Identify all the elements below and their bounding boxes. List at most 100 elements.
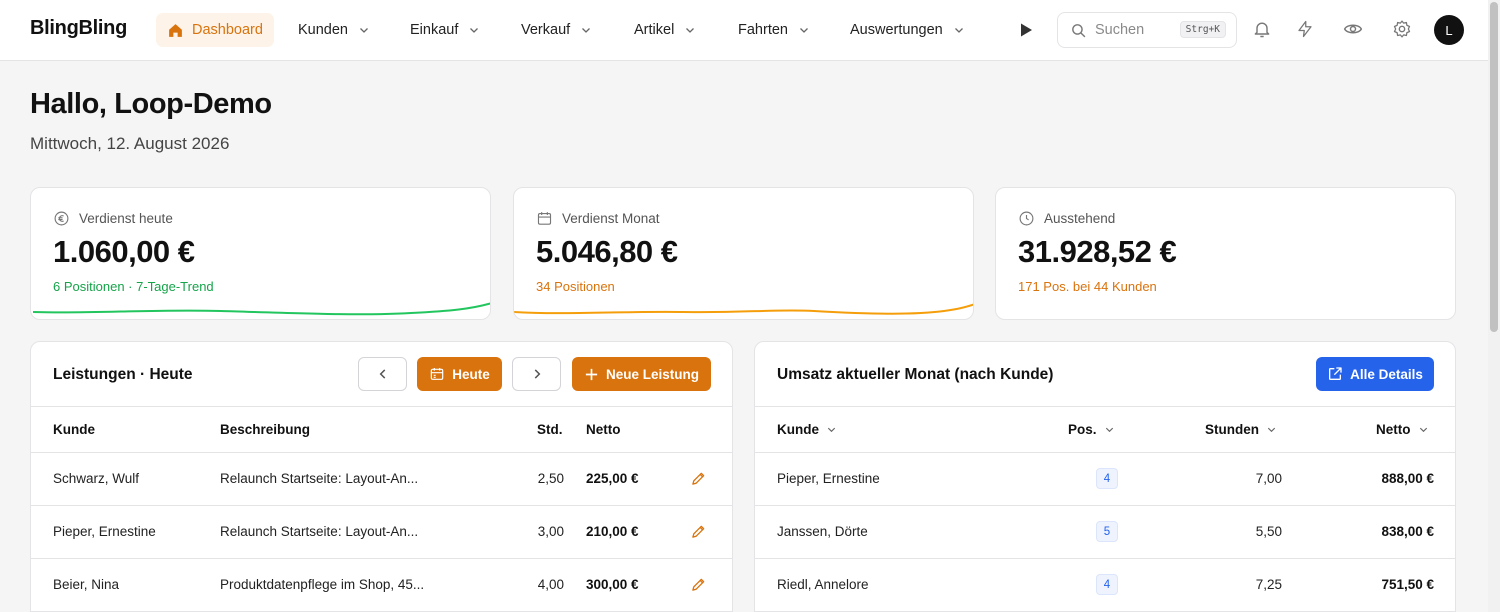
cell-std: 3,00: [537, 524, 564, 539]
search-shortcut: Strg+K: [1179, 21, 1226, 38]
all-details-label: Alle Details: [1350, 366, 1423, 382]
new-leistung-button[interactable]: Neue Leistung: [572, 357, 711, 391]
pos-count-badge: 4: [1096, 468, 1118, 489]
table-row[interactable]: Janssen, Dörte 5 5,50 838,00 €: [755, 506, 1455, 559]
stat-card-ausstehend: Ausstehend 31.928,52 € 171 Pos. bei 44 K…: [995, 187, 1456, 320]
cell-stunden: 5,50: [1255, 524, 1282, 539]
bell-icon[interactable]: [1252, 19, 1272, 39]
today-button[interactable]: Heute: [417, 357, 502, 391]
cell-stunden: 7,25: [1255, 577, 1282, 592]
column-header-pos[interactable]: Pos.: [1068, 422, 1115, 437]
nav-fahrten[interactable]: Fahrten: [738, 13, 810, 47]
column-header-stunden[interactable]: Stunden: [1205, 422, 1277, 437]
nav-auswertungen[interactable]: Auswertungen: [850, 13, 965, 47]
all-details-button[interactable]: Alle Details: [1316, 357, 1434, 391]
search-input[interactable]: Suchen Strg+K: [1057, 12, 1237, 48]
stat-value: 5.046,80 €: [536, 234, 678, 269]
chevron-down-icon: [360, 28, 368, 33]
pos-count-badge: 4: [1096, 574, 1118, 595]
table-header: Kunde Beschreibung Std. Netto: [31, 406, 732, 453]
nav-dashboard-label: Dashboard: [192, 22, 263, 38]
column-header-netto[interactable]: Netto: [1376, 422, 1429, 437]
panel-title: Leistungen · Heute: [53, 366, 193, 383]
column-header-netto: Netto: [586, 422, 621, 437]
column-header-kunde: Kunde: [53, 422, 95, 437]
cell-kunde: Beier, Nina: [53, 577, 120, 592]
nav-dashboard[interactable]: Dashboard: [156, 13, 274, 47]
stat-value: 1.060,00 €: [53, 234, 195, 269]
cell-std: 4,00: [537, 577, 564, 592]
eye-icon[interactable]: [1343, 19, 1363, 39]
new-leistung-label: Neue Leistung: [605, 366, 699, 382]
stat-subtext: 6 Positionen · 7-Tage-Trend: [53, 279, 214, 294]
top-navigation: BlingBling Dashboard Kunden Einkauf Verk…: [0, 0, 1500, 61]
cell-kunde: Pieper, Ernestine: [777, 471, 880, 486]
trend-sparkline: [514, 303, 973, 315]
nav-einkauf-label: Einkauf: [410, 22, 459, 38]
stat-label-text: Verdienst heute: [79, 211, 173, 226]
nav-artikel[interactable]: Artikel: [634, 13, 696, 47]
gear-icon[interactable]: [1392, 19, 1412, 39]
cell-std: 2,50: [537, 471, 564, 486]
table-row[interactable]: Schwarz, Wulf Relaunch Startseite: Layou…: [31, 453, 732, 506]
stat-label-text: Verdienst Monat: [562, 211, 660, 226]
clock-icon: [1019, 211, 1034, 226]
stat-label-text: Ausstehend: [1044, 211, 1116, 226]
chevron-down-icon: [1419, 427, 1427, 433]
stat-value: 31.928,52 €: [1018, 234, 1177, 269]
pencil-icon[interactable]: [691, 577, 706, 592]
table-row[interactable]: Pieper, Ernestine 4 7,00 888,00 €: [755, 453, 1455, 506]
table-row[interactable]: Pieper, Ernestine Relaunch Startseite: L…: [31, 506, 732, 559]
cell-netto: 838,00 €: [1381, 524, 1434, 539]
cell-stunden: 7,00: [1255, 471, 1282, 486]
column-header-label: Stunden: [1205, 422, 1259, 437]
cell-netto: 225,00 €: [586, 471, 639, 486]
column-header-kunde[interactable]: Kunde: [777, 422, 837, 437]
panel-title: Umsatz aktueller Monat (nach Kunde): [777, 366, 1054, 383]
home-icon: [169, 23, 182, 37]
chevron-down-icon: [1105, 427, 1113, 433]
pencil-icon[interactable]: [691, 524, 706, 539]
next-day-button[interactable]: [512, 357, 561, 391]
leistungen-panel: Leistungen · Heute Heute Neue Leistung K…: [30, 341, 733, 612]
chevron-right-icon: [534, 369, 540, 379]
calendar-icon: [537, 212, 552, 225]
chevron-down-icon: [954, 28, 963, 33]
user-avatar[interactable]: L: [1434, 15, 1464, 45]
stat-card-verdienst-heute: Verdienst heute 1.060,00 € 6 Positionen …: [30, 187, 491, 320]
column-header-beschreibung: Beschreibung: [220, 422, 311, 437]
cell-kunde: Riedl, Annelore: [777, 577, 869, 592]
play-icon[interactable]: [1016, 20, 1036, 40]
brand-logo[interactable]: BlingBling: [30, 17, 127, 40]
cell-netto: 751,50 €: [1381, 577, 1434, 592]
cell-kunde: Schwarz, Wulf: [53, 471, 140, 486]
stat-label: Verdienst Monat: [536, 210, 660, 227]
nav-kunden[interactable]: Kunden: [298, 13, 370, 47]
euro-icon: [54, 211, 69, 226]
table-row[interactable]: Beier, Nina Produktdatenpflege im Shop, …: [31, 559, 732, 612]
table-row[interactable]: Riedl, Annelore 4 7,25 751,50 €: [755, 559, 1455, 612]
nav-artikel-label: Artikel: [634, 22, 675, 38]
page-scrollbar[interactable]: [1488, 0, 1500, 612]
cell-beschreibung: Produktdatenpflege im Shop, 45...: [220, 577, 425, 592]
nav-verkauf[interactable]: Verkauf: [521, 13, 592, 47]
cell-netto: 210,00 €: [586, 524, 639, 539]
pencil-icon[interactable]: [691, 471, 706, 486]
scrollbar-thumb[interactable]: [1490, 2, 1498, 332]
nav-einkauf[interactable]: Einkauf: [410, 13, 480, 47]
nav-auswertungen-label: Auswertungen: [850, 22, 943, 38]
nav-fahrten-label: Fahrten: [738, 22, 788, 38]
current-date: Mittwoch, 12. August 2026: [30, 134, 230, 153]
lightning-icon[interactable]: [1296, 19, 1314, 39]
search-placeholder: Suchen: [1095, 22, 1145, 38]
previous-day-button[interactable]: [358, 357, 407, 391]
chevron-down-icon: [800, 28, 808, 33]
cell-beschreibung: Relaunch Startseite: Layout-An...: [220, 471, 419, 486]
stat-label: Ausstehend: [1018, 210, 1115, 227]
nav-kunden-label: Kunden: [298, 22, 348, 38]
cell-netto: 300,00 €: [586, 577, 639, 592]
column-header-label: Pos.: [1068, 422, 1097, 437]
umsatz-panel: Umsatz aktueller Monat (nach Kunde) Alle…: [754, 341, 1456, 612]
plus-icon: [585, 368, 598, 380]
column-header-label: Netto: [1376, 422, 1411, 437]
